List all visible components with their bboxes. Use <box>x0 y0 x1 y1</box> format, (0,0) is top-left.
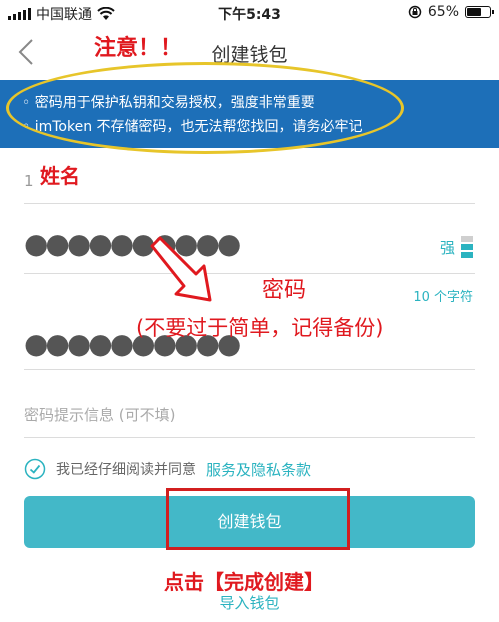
nav-bar: 创建钱包 <box>0 26 499 80</box>
warning-banner: 密码用于保护私钥和交易授权，强度非常重要 imToken 不存储密码，也无法帮您… <box>0 80 499 148</box>
terms-link[interactable]: 服务及隐私条款 <box>206 459 311 480</box>
create-wallet-button[interactable]: 创建钱包 <box>24 496 475 548</box>
page-title: 创建钱包 <box>211 44 288 66</box>
annotation-name: 姓名 <box>40 164 80 188</box>
banner-line-2: imToken 不存储密码，也无法帮您找回，请务必牢记 <box>22 116 363 136</box>
agreement-row: 我已经仔细阅读并同意 服务及隐私条款 <box>24 458 311 480</box>
wallet-name-field[interactable]: 1 <box>24 158 475 204</box>
password-hint-field[interactable]: 密码提示信息 (可不填) <box>24 390 475 438</box>
annotation-not-simple: (不要过于简单，记得备份) <box>136 316 384 340</box>
annotation-password: 密码 <box>262 278 307 303</box>
status-bar: 中国联通 下午5:43 65% <box>0 0 499 26</box>
strength-bars-icon <box>461 236 473 258</box>
arrow-icon <box>150 236 212 302</box>
password-strength: 强 <box>440 236 473 258</box>
import-wallet-link[interactable]: 导入钱包 <box>0 592 499 613</box>
password-field[interactable]: ●●●●●●●●●● <box>24 220 475 274</box>
battery-percent: 65% <box>427 4 459 20</box>
battery-icon <box>465 6 494 18</box>
char-count: 10 个字符 <box>413 290 473 305</box>
agreement-text: 我已经仔细阅读并同意 <box>56 462 196 478</box>
wallet-name-value: 1 <box>24 172 34 190</box>
annotation-notice: 注意！！ <box>94 36 183 61</box>
password-hint-placeholder: 密码提示信息 (可不填) <box>24 406 176 424</box>
annotation-click-finish: 点击【完成创建】 <box>164 570 324 594</box>
strength-segment <box>461 252 473 258</box>
rotation-lock-icon <box>408 5 422 19</box>
battery-fill <box>467 8 481 16</box>
banner-line-1: 密码用于保护私钥和交易授权，强度非常重要 <box>22 92 315 112</box>
strength-label: 强 <box>439 238 455 257</box>
strength-segment <box>461 236 473 242</box>
strength-segment <box>461 244 473 250</box>
status-right: 65% <box>408 4 494 20</box>
check-circle-icon[interactable] <box>24 458 46 480</box>
